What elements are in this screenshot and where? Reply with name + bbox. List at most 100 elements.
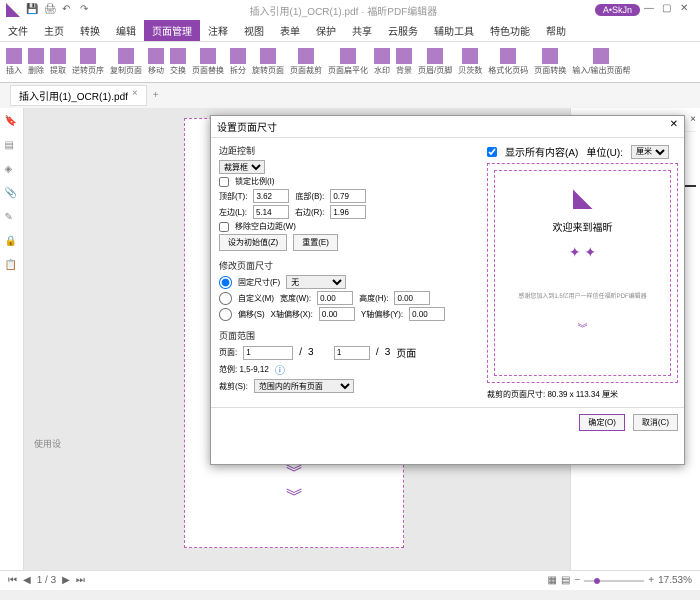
ribbon-btn-10[interactable]: 页面裁剪	[288, 46, 324, 78]
menu-9[interactable]: 共享	[344, 20, 380, 41]
current-size-label: 裁剪的页面尺寸: 80.39 x 113.34 厘米	[487, 389, 678, 400]
show-all-checkbox[interactable]	[487, 147, 497, 157]
ribbon-btn-15[interactable]: 贝茨数	[456, 46, 484, 78]
menu-4[interactable]: 页面管理	[144, 20, 200, 41]
fixed-radio[interactable]	[219, 276, 232, 289]
custom-radio[interactable]	[219, 292, 232, 305]
xoff-input[interactable]	[319, 307, 355, 321]
bottom-input[interactable]	[330, 189, 366, 203]
user-badge[interactable]: A•SkJn	[595, 4, 640, 16]
width-label: 宽度(W):	[280, 293, 311, 304]
save-icon[interactable]: 💾	[26, 4, 38, 16]
tab-label: 插入引用(1)_OCR(1).pdf	[19, 88, 128, 103]
close-icon[interactable]: ✕	[680, 3, 694, 17]
ribbon-btn-17[interactable]: 页面转换	[532, 46, 568, 78]
menu-2[interactable]: 转换	[72, 20, 108, 41]
menu-1[interactable]: 主页	[36, 20, 72, 41]
range-section-title: 页面范围	[219, 329, 473, 342]
undo-icon[interactable]: ↶	[62, 4, 74, 16]
page-total-2: 3	[385, 347, 391, 358]
menu-10[interactable]: 云服务	[380, 20, 426, 41]
next-page-icon[interactable]: ▶	[62, 575, 70, 586]
thumbnails-icon[interactable]: ▤	[5, 140, 19, 154]
document-tab[interactable]: 插入引用(1)_OCR(1).pdf ×	[10, 85, 147, 106]
menu-6[interactable]: 视图	[236, 20, 272, 41]
ribbon-btn-18[interactable]: 输入/输出页面帮	[570, 46, 632, 78]
bookmark-icon[interactable]: 🔖	[5, 116, 19, 130]
ribbon-btn-1[interactable]: 删除	[26, 46, 46, 78]
panel-close-icon[interactable]: ×	[690, 114, 696, 129]
maximize-icon[interactable]: ▢	[662, 3, 676, 17]
new-tab-button[interactable]: +	[147, 90, 165, 101]
attachments-icon[interactable]: 📎	[5, 188, 19, 202]
doc-title: 插入引用(1)_OCR(1).pdf	[250, 7, 359, 18]
left-sidebar: 🔖 ▤ ◈ 📎 ✎ 🔒 📋	[0, 108, 24, 570]
ribbon-btn-7[interactable]: 页面替换	[190, 46, 226, 78]
page-from-input[interactable]	[243, 346, 293, 360]
ribbon-btn-16[interactable]: 格式化页码	[486, 46, 530, 78]
constrain-checkbox[interactable]	[219, 177, 229, 187]
ribbon-btn-14[interactable]: 页眉/页脚	[416, 46, 454, 78]
cancel-button[interactable]: 取消(C)	[633, 414, 678, 431]
ribbon-btn-13[interactable]: 背景	[394, 46, 414, 78]
view-mode-1-icon[interactable]: ▦	[547, 575, 556, 586]
fixed-select[interactable]: 无	[286, 275, 346, 289]
ribbon-btn-6[interactable]: 交换	[168, 46, 188, 78]
menu-11[interactable]: 辅助工具	[426, 20, 482, 41]
reset-crop-button[interactable]: 设为初始值(Z)	[219, 234, 287, 251]
menu-12[interactable]: 特色功能	[482, 20, 538, 41]
height-input[interactable]	[394, 291, 430, 305]
prev-page-icon[interactable]: ◀	[23, 575, 31, 586]
menu-7[interactable]: 表单	[272, 20, 308, 41]
page-total-1: 3	[308, 347, 314, 358]
menu-0[interactable]: 文件	[0, 20, 36, 41]
offset-radio[interactable]	[219, 308, 232, 321]
dialog-preview: 欢迎来到福昕 ✦ ✦ 感谢您加入到1.5亿用户一样信任福昕PDF编辑器 ︾	[487, 163, 678, 383]
ribbon-btn-8[interactable]: 拆分	[228, 46, 248, 78]
ribbon-btn-0[interactable]: 插入	[4, 46, 24, 78]
ribbon-btn-9[interactable]: 旋转页面	[250, 46, 286, 78]
ok-button[interactable]: 确定(O)	[579, 414, 625, 431]
zoom-in-icon[interactable]: +	[648, 575, 654, 586]
scope-label: 裁剪(S):	[219, 381, 248, 392]
unit-label: 单位(U):	[586, 144, 623, 159]
zoom-out-icon[interactable]: −	[574, 575, 580, 586]
layers-icon[interactable]: ◈	[5, 164, 19, 178]
left-input[interactable]	[253, 205, 289, 219]
minimize-icon[interactable]: —	[644, 3, 658, 17]
ribbon-btn-3[interactable]: 逆转页序	[70, 46, 106, 78]
page-to-input[interactable]	[334, 346, 370, 360]
ribbon-btn-4[interactable]: 复制页面	[108, 46, 144, 78]
first-page-icon[interactable]: ⏮	[8, 575, 17, 586]
yoff-input[interactable]	[409, 307, 445, 321]
print-icon[interactable]: 🖨	[44, 4, 56, 16]
ribbon-btn-5[interactable]: 移动	[146, 46, 166, 78]
ribbon-btn-2[interactable]: 提取	[48, 46, 68, 78]
view-mode-2-icon[interactable]: ▤	[561, 575, 570, 586]
width-input[interactable]	[317, 291, 353, 305]
remove-white-checkbox[interactable]	[219, 222, 229, 232]
last-page-icon[interactable]: ⏭	[76, 575, 85, 586]
signatures-icon[interactable]: ✎	[5, 212, 19, 226]
menu-5[interactable]: 注释	[200, 20, 236, 41]
menu-8[interactable]: 保护	[308, 20, 344, 41]
ribbon-btn-12[interactable]: 水印	[372, 46, 392, 78]
menu-3[interactable]: 编辑	[108, 20, 144, 41]
redo-icon[interactable]: ↷	[80, 4, 92, 16]
ribbon-btn-11[interactable]: 页面扁平化	[326, 46, 370, 78]
info-icon[interactable]: ⓘ	[275, 362, 285, 377]
scope-select[interactable]: 范围内的所有页面	[254, 379, 354, 393]
reset-button[interactable]: 重置(E)	[293, 234, 338, 251]
zoom-slider[interactable]	[584, 580, 644, 582]
preview-deco: ✦ ✦	[503, 244, 662, 261]
top-input[interactable]	[253, 189, 289, 203]
menu-13[interactable]: 帮助	[538, 20, 574, 41]
dialog-close-icon[interactable]: ✕	[670, 119, 678, 134]
crop-box-select[interactable]: 裁算框	[219, 160, 265, 174]
titlebar: 💾 🖨 ↶ ↷ 插入引用(1)_OCR(1).pdf · 福昕PDF编辑器 A•…	[0, 0, 700, 20]
unit-select[interactable]: 厘米	[631, 145, 669, 159]
right-input[interactable]	[330, 205, 366, 219]
tab-close-icon[interactable]: ×	[132, 88, 138, 103]
clipboard-icon[interactable]: 📋	[5, 260, 19, 274]
security-icon[interactable]: 🔒	[5, 236, 19, 250]
